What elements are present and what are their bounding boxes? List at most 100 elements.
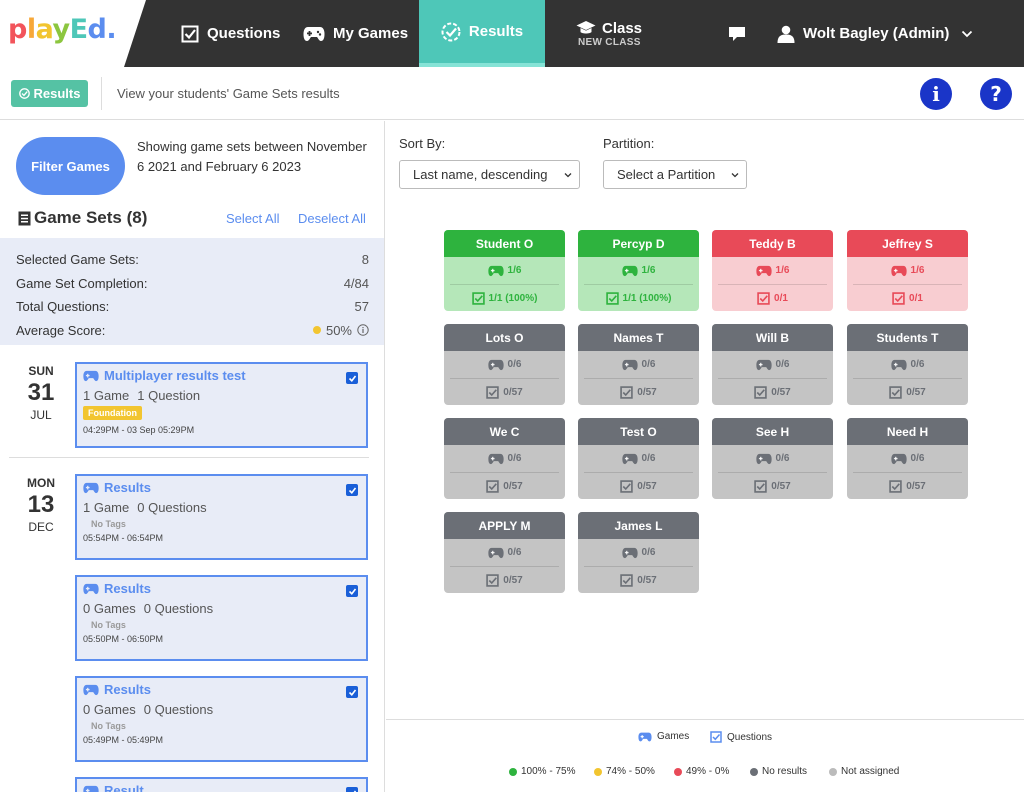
- student-card[interactable]: Students T 0/6 0/57: [847, 324, 968, 405]
- stat-selected: Selected Game Sets: 8: [16, 252, 369, 268]
- checkbox-icon: [889, 385, 902, 399]
- game-set-card[interactable]: Results 1 Game 0 Questions No Tags 05:54P…: [75, 474, 368, 560]
- games-result: 1/6: [847, 257, 968, 284]
- game-set-checkbox[interactable]: [346, 585, 358, 597]
- date-range-text: Showing game sets between November 6 202…: [137, 139, 367, 174]
- questions-result: 0/57: [450, 378, 559, 405]
- student-card[interactable]: James L 0/6 0/57: [578, 512, 699, 593]
- student-name: Names T: [578, 324, 699, 351]
- game-set-card[interactable]: Result: [75, 777, 368, 792]
- checkbox-icon: [181, 25, 199, 42]
- gamepad-icon: [487, 265, 504, 276]
- checkbox-icon: [620, 573, 633, 587]
- student-card[interactable]: Lots O 0/6 0/57: [444, 324, 565, 405]
- game-sets-panel: Filter Games Showing game sets between N…: [0, 121, 385, 792]
- results-button[interactable]: Results: [11, 80, 88, 107]
- user-menu[interactable]: Wolt Bagley (Admin): [777, 0, 973, 67]
- gamepad-icon: [83, 785, 99, 792]
- gamepad-icon: [755, 359, 772, 370]
- checkbox-icon: [620, 479, 633, 493]
- nav-my-games[interactable]: My Games: [303, 0, 408, 67]
- yellow-dot: [594, 767, 602, 776]
- nav-class[interactable]: Class NEW CLASS: [576, 0, 642, 67]
- gamepad-icon: [621, 547, 638, 558]
- info-circle-icon[interactable]: [357, 324, 369, 336]
- no-tags-label: No Tags: [91, 620, 126, 630]
- student-card[interactable]: Student O 1/6 1/1 (100%): [444, 230, 565, 311]
- student-name: James L: [578, 512, 699, 539]
- filter-games-button[interactable]: Filter Games: [16, 137, 125, 195]
- tag-badge: Foundation: [83, 406, 142, 420]
- stat-total-questions: Total Questions: 57: [16, 299, 369, 315]
- check-badge-icon: [18, 88, 30, 99]
- game-set-time: 05:50PM - 06:50PM: [83, 634, 164, 644]
- student-name: Test O: [578, 418, 699, 445]
- student-card[interactable]: See H 0/6 0/57: [712, 418, 833, 499]
- legend-divider: [386, 719, 1024, 720]
- check-icon: [348, 375, 356, 382]
- games-result: 0/6: [444, 539, 565, 566]
- student-card[interactable]: We C 0/6 0/57: [444, 418, 565, 499]
- student-card[interactable]: Teddy B 1/6 0/1: [712, 230, 833, 311]
- student-name: Jeffrey S: [847, 230, 968, 257]
- student-card[interactable]: Test O 0/6 0/57: [578, 418, 699, 499]
- game-set-card[interactable]: Multiplayer results test 1 Game 1 Questio…: [75, 362, 368, 448]
- select-all-link[interactable]: Select All: [226, 211, 279, 226]
- nav-results-tab[interactable]: Results: [419, 0, 545, 67]
- red-dot: [674, 767, 682, 776]
- questions-result: 0/57: [584, 378, 693, 405]
- nav-questions[interactable]: Questions: [181, 0, 280, 67]
- info-button[interactable]: i: [920, 78, 952, 110]
- game-set-time: 04:29PM - 03 Sep 05:29PM: [83, 425, 195, 435]
- list-icon: [18, 211, 31, 225]
- check-badge-icon: [441, 22, 461, 41]
- results-button-label: Results: [33, 86, 81, 101]
- game-set-checkbox[interactable]: [346, 686, 358, 698]
- questions-result: 0/57: [450, 472, 559, 499]
- student-card[interactable]: Will B 0/6 0/57: [712, 324, 833, 405]
- playEd-logo[interactable]: playEd.: [8, 14, 117, 45]
- student-name: Lots O: [444, 324, 565, 351]
- game-set-checkbox[interactable]: [346, 787, 358, 792]
- summary-stats: Selected Game Sets: 8 Game Set Completion…: [0, 238, 384, 345]
- nav-questions-label: Questions: [207, 25, 281, 42]
- questions-result: 0/1: [853, 284, 962, 311]
- gamepad-icon: [890, 453, 907, 464]
- student-name: See H: [712, 418, 833, 445]
- checkbox-icon: [754, 385, 767, 399]
- student-card[interactable]: Need H 0/6 0/57: [847, 418, 968, 499]
- partition-select[interactable]: Select a Partition: [603, 160, 747, 189]
- checkbox-icon: [620, 385, 633, 399]
- stat-completion: Game Set Completion: 4/84: [16, 275, 369, 291]
- questions-result: 0/57: [584, 472, 693, 499]
- student-card[interactable]: Jeffrey S 1/6 0/1: [847, 230, 968, 311]
- legend-high: 100% - 75%: [509, 766, 575, 777]
- checkbox-icon: [471, 291, 485, 305]
- deselect-all-link[interactable]: Deselect All: [298, 211, 366, 226]
- games-result: 0/6: [578, 445, 699, 472]
- questions-result: 0/57: [450, 566, 559, 593]
- partition-label: Partition:: [603, 136, 655, 151]
- game-set-checkbox[interactable]: [346, 484, 358, 496]
- games-result: 0/6: [847, 351, 968, 378]
- gamepad-icon: [303, 26, 325, 41]
- student-card[interactable]: Names T 0/6 0/57: [578, 324, 699, 405]
- game-set-checkbox[interactable]: [346, 372, 358, 384]
- user-icon: [777, 25, 795, 43]
- questions-result: 1/1 (100%): [584, 284, 693, 311]
- date-sun-31-jul: SUN 31 JUL: [27, 364, 55, 422]
- game-set-card[interactable]: Results 0 Games 0 Questions No Tags 05:49…: [75, 676, 368, 762]
- gamepad-icon: [83, 583, 99, 594]
- date-mon-13-dec: MON 13 DEC: [27, 476, 55, 534]
- sort-by-select[interactable]: Last name, descending: [399, 160, 580, 189]
- chat-button[interactable]: [728, 0, 746, 67]
- student-card[interactable]: Percyp D 1/6 1/1 (100%): [578, 230, 699, 311]
- nav-results-label: Results: [468, 23, 524, 40]
- games-result: 0/6: [712, 445, 833, 472]
- no-tags-label: No Tags: [91, 721, 126, 731]
- nav-class-subtitle: NEW CLASS: [578, 36, 641, 48]
- gamepad-icon: [755, 453, 772, 464]
- game-set-card[interactable]: Results 0 Games 0 Questions No Tags 05:50…: [75, 575, 368, 661]
- student-card[interactable]: APPLY M 0/6 0/57: [444, 512, 565, 593]
- help-button[interactable]: ?: [980, 78, 1012, 110]
